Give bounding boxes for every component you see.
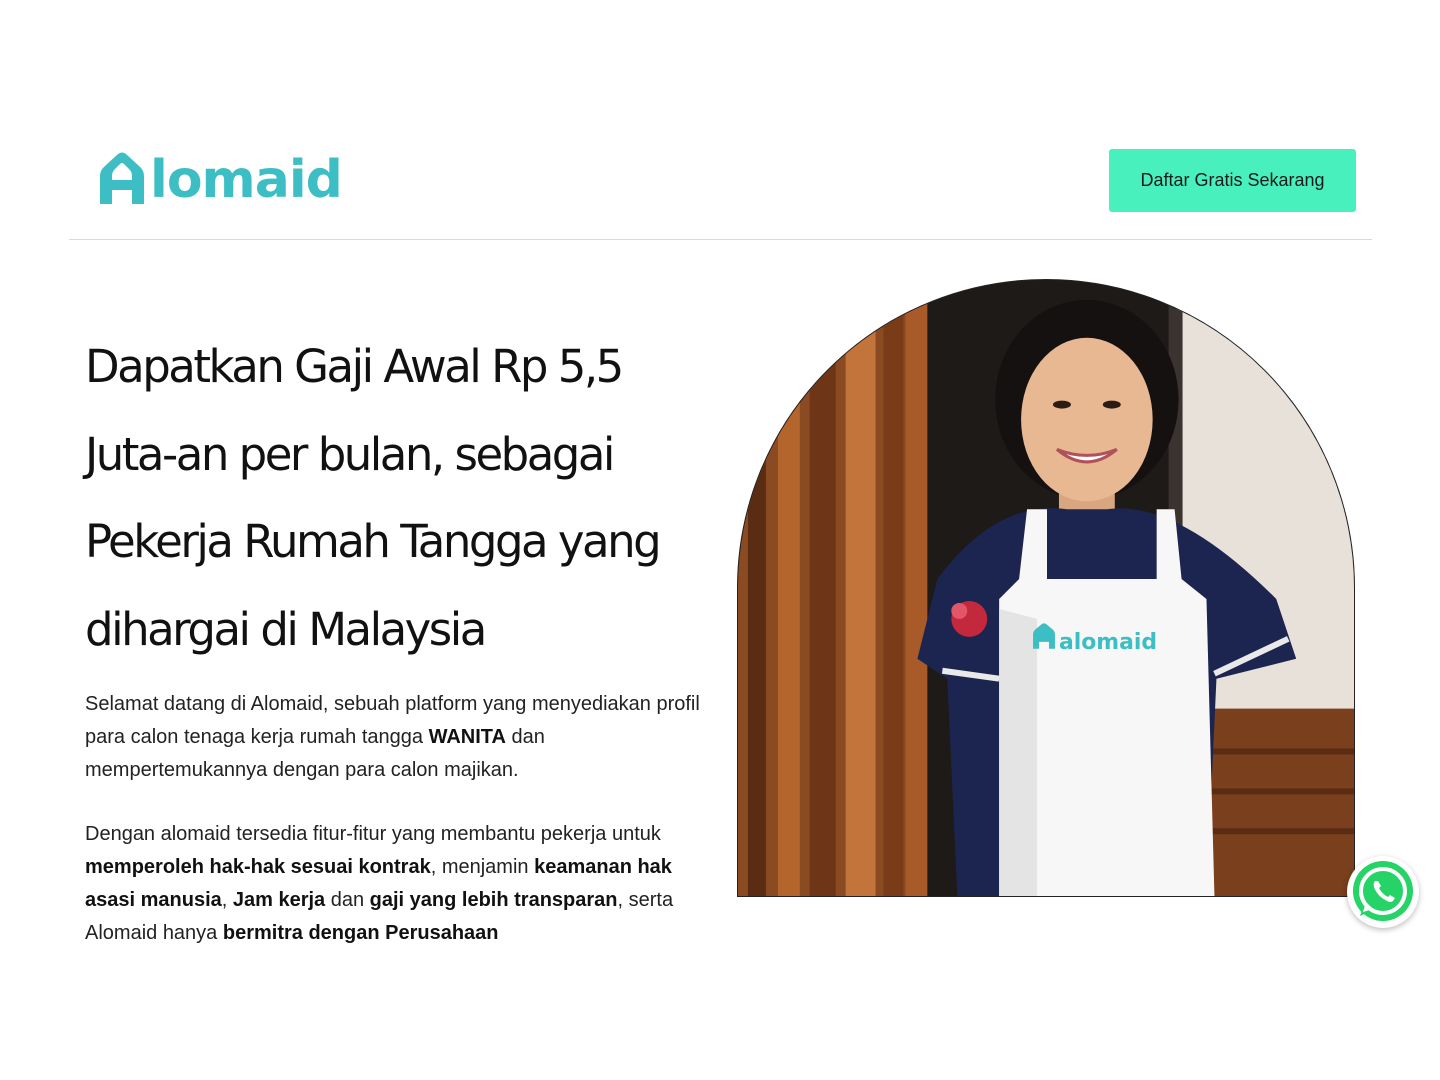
whatsapp-icon [1353,861,1413,921]
logo-wordmark: lomaid [150,150,343,210]
register-free-button[interactable]: Daftar Gratis Sekarang [1109,149,1356,212]
brand-logo[interactable]: lomaid [96,150,343,210]
intro-paragraph: Selamat datang di Alomaid, sebuah platfo… [85,693,700,781]
landing-page: lomaid Daftar Gratis Sekarang Dapatkan G… [0,0,1440,1080]
apron-logo-text: alomaid [1059,630,1157,655]
whatsapp-chat-button[interactable] [1347,856,1419,928]
hero-headline: Dapatkan Gaji Awal Rp 5,5 Juta-an per bu… [85,340,662,656]
house-a-icon [100,152,144,204]
housekeeper-photo: alomaid [738,280,1354,896]
hero-image: alomaid [737,279,1355,897]
header-divider [69,239,1372,240]
features-paragraph: Dengan alomaid tersedia fitur-fitur yang… [85,823,674,944]
